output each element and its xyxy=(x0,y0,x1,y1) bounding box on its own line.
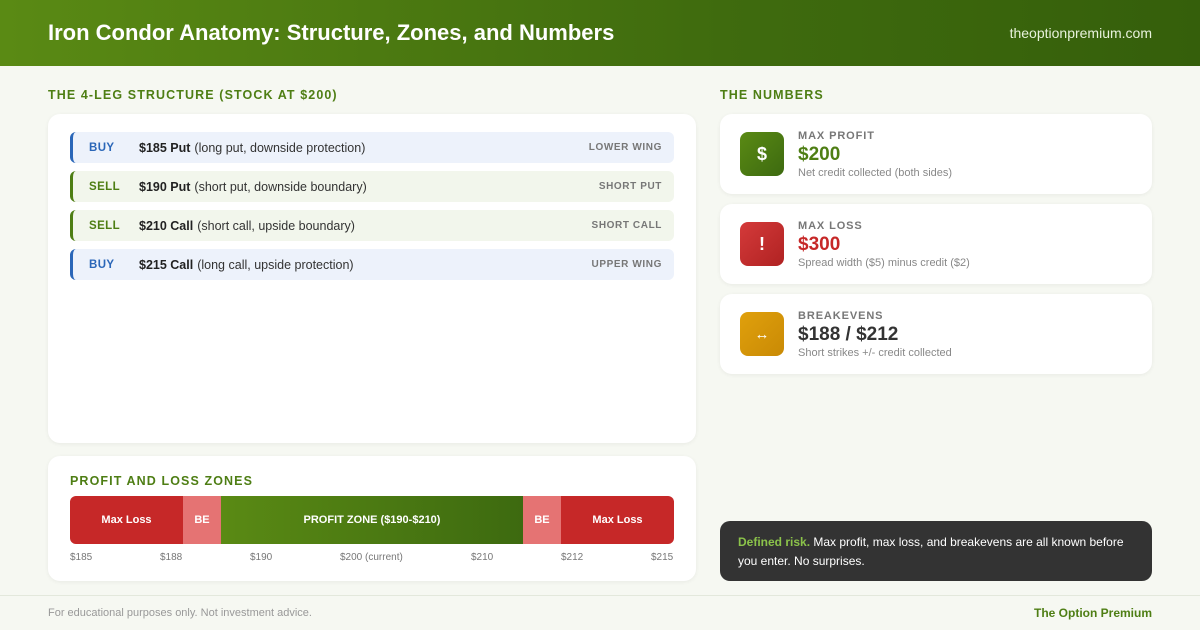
defined-risk-note: Defined risk. Max profit, max loss, and … xyxy=(720,521,1152,581)
leg-strike: $185 Put xyxy=(139,140,191,155)
page-footer: For educational purposes only. Not inves… xyxy=(0,595,1200,630)
leg-row: BUY $215 Call (long call, upside protect… xyxy=(70,249,674,280)
zone-tick: $212 xyxy=(561,552,584,563)
dollar-icon: $ xyxy=(740,132,784,176)
alert-icon: ! xyxy=(740,222,784,266)
footer-disclaimer: For educational purposes only. Not inves… xyxy=(48,607,312,619)
structure-card: BUY $185 Put (long put, downside protect… xyxy=(48,114,696,443)
zone-tick: $190 xyxy=(250,552,273,563)
breakevens-label: BREAKEVENS xyxy=(798,310,884,322)
leg-row: SELL $210 Call (short call, upside bound… xyxy=(70,210,674,241)
zone-tick: $200 (current) xyxy=(340,552,403,563)
pl-zone-bar: Max Loss BE PROFIT ZONE ($190-$210) BE M… xyxy=(70,496,674,544)
leg-strike: $190 Put xyxy=(139,179,191,194)
breakevens-subtext: Short strikes +/- credit collected xyxy=(798,347,952,359)
zone-max-loss: Max Loss xyxy=(70,496,183,544)
footer-brand[interactable]: The Option Premium xyxy=(1034,606,1152,620)
numbers-section-label: THE NUMBERS xyxy=(720,88,824,102)
leg-action: SELL xyxy=(89,180,120,193)
max-profit-label: MAX PROFIT xyxy=(798,130,875,142)
leg-tag: SHORT PUT xyxy=(598,181,662,192)
zones-section-label: PROFIT AND LOSS ZONES xyxy=(70,474,254,488)
max-loss-card: ! MAX LOSS $300 Spread width ($5) minus … xyxy=(720,204,1152,284)
zone-breakeven: BE xyxy=(523,496,561,544)
leg-tag: SHORT CALL xyxy=(591,220,662,231)
page-title: Iron Condor Anatomy: Structure, Zones, a… xyxy=(48,20,615,45)
leg-tag: UPPER WING xyxy=(591,259,662,270)
max-profit-value: $200 xyxy=(798,144,841,165)
zone-tick: $210 xyxy=(471,552,494,563)
leg-action: BUY xyxy=(89,141,115,154)
leg-description: (long put, downside protection) xyxy=(194,140,366,155)
site-url[interactable]: theoptionpremium.com xyxy=(1010,25,1152,41)
zone-tick: $185 xyxy=(70,552,93,563)
max-profit-card: $ MAX PROFIT $200 Net credit collected (… xyxy=(720,114,1152,194)
zone-profit: PROFIT ZONE ($190-$210) xyxy=(221,496,523,544)
note-highlight: Defined risk. xyxy=(738,535,811,549)
zones-card: PROFIT AND LOSS ZONES Max Loss BE PROFIT… xyxy=(48,456,696,581)
max-loss-value: $300 xyxy=(798,234,841,255)
leg-description: (short put, downside boundary) xyxy=(194,179,367,194)
leg-description: (long call, upside protection) xyxy=(197,257,354,272)
max-loss-subtext: Spread width ($5) minus credit ($2) xyxy=(798,257,970,269)
leg-tag: LOWER WING xyxy=(588,142,662,153)
page-header: Iron Condor Anatomy: Structure, Zones, a… xyxy=(0,0,1200,66)
structure-section-label: THE 4-LEG STRUCTURE (STOCK AT $200) xyxy=(48,88,338,102)
leg-action: BUY xyxy=(89,258,115,271)
zone-max-loss: Max Loss xyxy=(561,496,674,544)
leg-strike: $215 Call xyxy=(139,257,194,272)
arrows-icon: ↔ xyxy=(740,312,784,356)
max-loss-label: MAX LOSS xyxy=(798,220,863,232)
leg-row: BUY $185 Put (long put, downside protect… xyxy=(70,132,674,163)
leg-action: SELL xyxy=(89,219,120,232)
leg-strike: $210 Call xyxy=(139,218,194,233)
max-profit-subtext: Net credit collected (both sides) xyxy=(798,167,953,179)
leg-description: (short call, upside boundary) xyxy=(197,218,355,233)
zone-breakeven: BE xyxy=(183,496,221,544)
zone-tick: $188 xyxy=(160,552,183,563)
breakevens-value: $188 / $212 xyxy=(798,324,899,345)
zone-tick: $215 xyxy=(651,552,674,563)
breakevens-card: ↔ BREAKEVENS $188 / $212 Short strikes +… xyxy=(720,294,1152,374)
leg-row: SELL $190 Put (short put, downside bound… xyxy=(70,171,674,202)
